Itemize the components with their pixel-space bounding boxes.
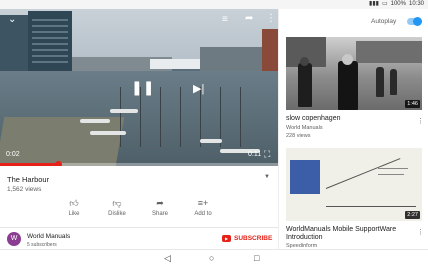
share-icon: ➦: [156, 198, 164, 208]
video-player[interactable]: ⌄ ≡ ➦ ⋮ ❚❚ ▶| 0:02 0:11 ⛶: [0, 9, 278, 166]
playlist-add-icon[interactable]: ≡: [222, 15, 228, 25]
like-label: Like: [68, 211, 80, 217]
thumbs-up-icon: 👍︎: [69, 198, 79, 208]
share-icon[interactable]: ➦: [245, 14, 253, 24]
channel-name[interactable]: World Manuals: [27, 233, 70, 240]
status-bar: ▮▮▮ ▭ 100% 10:30: [0, 0, 428, 9]
subscribe-label: SUBSCRIBE: [234, 235, 273, 242]
add-to-label: Add to: [194, 211, 212, 217]
video-duration: 1:46: [405, 100, 420, 108]
home-icon[interactable]: ○: [209, 253, 214, 264]
subscriber-count: 5 subscribers: [27, 242, 57, 248]
chevron-down-icon[interactable]: ⌄: [8, 15, 16, 25]
youtube-play-icon: ▶: [222, 235, 231, 242]
related-video-title[interactable]: WorldManuals Mobile SupportWare Introduc…: [286, 226, 406, 242]
action-bar: 👍︎ Like 👎︎ Dislike ➦ Share ≡+ Add to: [56, 198, 226, 224]
system-nav-bar: ◁ ○ □: [0, 249, 428, 267]
back-icon[interactable]: ◁: [164, 253, 171, 264]
related-videos-panel: Autoplay 1:46 slow copenhagen ⋮ World Ma…: [278, 9, 428, 249]
expand-description-icon[interactable]: ▼: [264, 174, 270, 180]
battery-icon: ▭: [381, 1, 388, 7]
share-button[interactable]: ➦ Share: [142, 198, 178, 217]
thumbs-down-icon: 👎︎: [112, 198, 122, 208]
related-video-views: 228 views: [286, 133, 311, 139]
related-video-thumbnail[interactable]: 2:27: [286, 148, 422, 221]
skip-next-icon[interactable]: ▶|: [193, 84, 204, 95]
share-label: Share: [151, 211, 168, 217]
progress-bar[interactable]: [0, 161, 278, 166]
pause-icon[interactable]: ❚❚: [131, 80, 154, 94]
recents-icon[interactable]: □: [254, 253, 259, 264]
divider: [0, 227, 278, 228]
signal-icon: ▮▮▮: [369, 1, 379, 7]
like-button[interactable]: 👍︎ Like: [56, 198, 92, 217]
video-duration: 2:27: [405, 211, 420, 219]
total-time: 0:11: [248, 151, 262, 158]
video-title: The Harbour: [7, 175, 50, 184]
autoplay-toggle[interactable]: [407, 17, 422, 26]
more-vert-icon[interactable]: ⋮: [417, 228, 424, 236]
add-to-button[interactable]: ≡+ Add to: [185, 198, 221, 217]
channel-avatar[interactable]: W: [7, 232, 21, 246]
subscribe-button[interactable]: ▶ SUBSCRIBE: [222, 235, 272, 242]
more-vert-icon[interactable]: ⋮: [417, 117, 424, 125]
dislike-button[interactable]: 👎︎ Dislike: [99, 198, 135, 217]
battery-percent: 100%: [390, 1, 406, 7]
related-video-channel: World Manuals: [286, 125, 323, 131]
progress-handle[interactable]: [55, 161, 63, 166]
more-vert-icon[interactable]: ⋮: [266, 14, 276, 24]
view-count: 1,562 views: [7, 186, 42, 193]
related-video-title[interactable]: slow copenhagen: [286, 115, 406, 123]
clock: 10:30: [408, 1, 424, 7]
fullscreen-icon[interactable]: ⛶: [264, 149, 270, 159]
related-video-thumbnail[interactable]: 1:46: [286, 37, 422, 110]
current-time: 0:02: [6, 151, 20, 158]
playlist-add-icon: ≡+: [197, 198, 209, 208]
autoplay-toggle-knob: [413, 17, 422, 26]
autoplay-label: Autoplay: [371, 18, 397, 25]
dislike-label: Dislike: [108, 211, 126, 217]
progress-fill: [0, 163, 59, 166]
